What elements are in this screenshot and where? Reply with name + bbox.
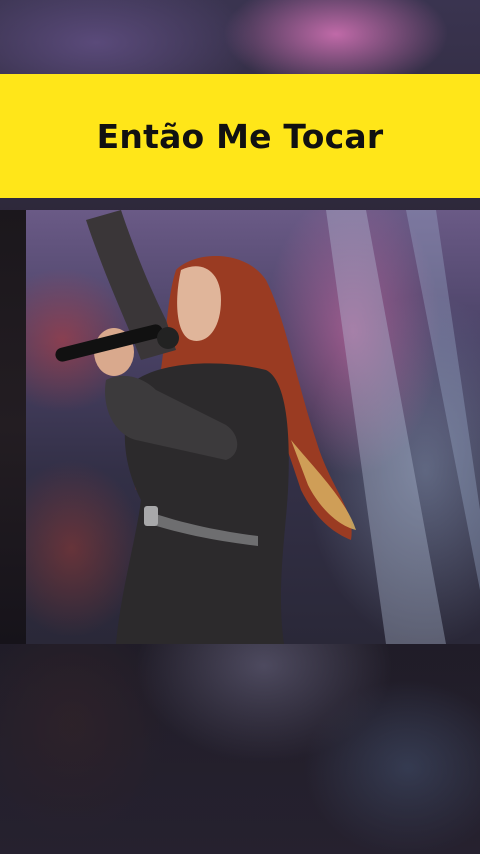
singer-photo: [26, 210, 480, 644]
title-banner: Então Me Tocar: [0, 74, 480, 198]
stage-lights: [326, 210, 480, 644]
song-title: Então Me Tocar: [96, 116, 384, 156]
video-screen[interactable]: Então Me Tocar: [0, 0, 480, 854]
photo-left-edge: [0, 210, 26, 644]
singer-illustration: [55, 210, 480, 644]
bottom-blurred-band: [0, 644, 480, 854]
